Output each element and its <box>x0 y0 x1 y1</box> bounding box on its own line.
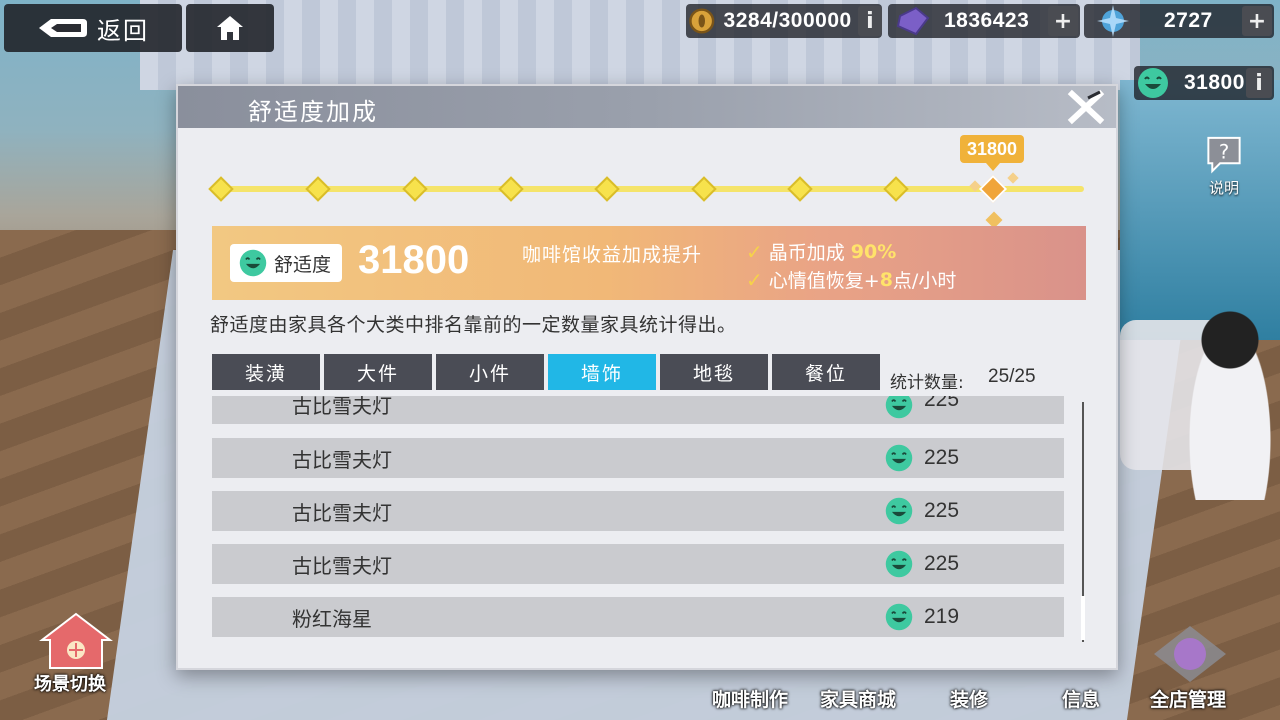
progress-node-current <box>978 174 1008 204</box>
item-name: 古比雪夫灯 <box>292 447 392 472</box>
scrollbar-thumb[interactable] <box>1081 596 1085 640</box>
check-icon: ✓ <box>746 239 763 264</box>
comfort-counter[interactable]: 31800 i <box>1134 66 1274 100</box>
item-score: 219 <box>924 605 960 628</box>
bonus-mood-value: 8 <box>879 268 893 291</box>
check-icon: ✓ <box>746 267 763 292</box>
progress-node <box>883 176 909 202</box>
comfort-face-icon <box>885 444 913 472</box>
item-score: 225 <box>924 499 960 522</box>
svg-text:?: ? <box>1219 140 1229 163</box>
tab-wall[interactable]: 墙饰 <box>548 354 656 390</box>
star-counter: 2727 + <box>1084 4 1274 38</box>
sparkle <box>1007 172 1019 184</box>
bonus-mood: ✓ 心情值恢复+ 8 点/小时 <box>746 266 956 293</box>
bonus-coin: ✓ 晶币加成 90% <box>746 238 896 265</box>
comfort-info-button[interactable]: i <box>1246 68 1272 98</box>
furniture-list[interactable]: 古比雪夫灯 225 古比雪夫灯 225 古比雪夫灯 225 古比雪夫灯 225 … <box>212 396 1064 644</box>
gem-value: 1836423 <box>944 9 1030 32</box>
item-name: 古比雪夫灯 <box>292 396 392 418</box>
star-value: 2727 <box>1164 9 1213 32</box>
badge-label: 舒适度 <box>274 253 332 276</box>
list-item: 古比雪夫灯 225 <box>212 544 1064 584</box>
item-name: 古比雪夫灯 <box>292 500 392 525</box>
home-icon <box>217 16 243 40</box>
bonus-mood-label: 心情值恢复+ <box>768 270 880 292</box>
home-button[interactable] <box>186 4 274 52</box>
coin-info-button[interactable]: i <box>857 6 882 36</box>
tab-large[interactable]: 大件 <box>324 354 432 390</box>
comfort-marker-bubble: 31800 <box>960 135 1024 171</box>
bonus-mood-unit: 点/小时 <box>892 270 957 292</box>
tab-small[interactable]: 小件 <box>436 354 544 390</box>
comfort-face-icon <box>885 603 913 631</box>
back-arrow-icon <box>39 19 87 37</box>
star-add-button[interactable]: + <box>1242 6 1272 36</box>
back-button[interactable]: 返回 <box>4 4 182 52</box>
back-label: 返回 <box>97 16 149 45</box>
tab-carpet[interactable]: 地毯 <box>660 354 768 390</box>
progress-node <box>208 176 234 202</box>
gem-add-button[interactable]: + <box>1048 6 1078 36</box>
dialog-title: 舒适度加成 <box>248 98 378 126</box>
menu-coffee[interactable]: 咖啡制作 <box>712 685 788 712</box>
comfort-face-icon <box>885 550 913 578</box>
help-button[interactable]: ? 说明 <box>1196 132 1252 198</box>
coin-value: 3284/300000 <box>723 9 852 32</box>
progress-node <box>691 176 717 202</box>
item-score: 225 <box>924 396 960 411</box>
menu-store-manage[interactable]: 全店管理 <box>1150 685 1226 712</box>
comfort-badge: 舒适度 <box>230 244 342 282</box>
item-score: 225 <box>924 446 960 469</box>
scene-switch-button[interactable]: 场景切换 <box>28 608 124 695</box>
house-icon <box>39 612 113 669</box>
bonus-headline: 咖啡馆收益加成提升 <box>522 244 703 266</box>
comfort-description: 舒适度由家具各个大类中排名靠前的一定数量家具统计得出。 <box>210 314 737 336</box>
customer-character <box>1180 300 1280 500</box>
progress-node <box>594 176 620 202</box>
list-item: 古比雪夫灯 225 <box>212 491 1064 531</box>
list-item: 粉红海星 219 <box>212 597 1064 637</box>
tab-dining[interactable]: 餐位 <box>772 354 880 390</box>
coin-icon <box>689 8 715 34</box>
store-manage-icon <box>1150 624 1230 684</box>
progress-node <box>787 176 813 202</box>
bonus-coin-label: 晶币加成 <box>768 242 845 264</box>
comfort-banner: 舒适度 31800 咖啡馆收益加成提升 ✓ 晶币加成 90% ✓ 心情值恢复+ 8 点… <box>212 226 1086 300</box>
comfort-bonus-dialog: 舒适度加成 31800 舒适度 31800 咖啡馆收益加成提升 ✓ 晶币加成9 <box>176 84 1118 670</box>
count-value: 25/25 <box>988 366 1036 387</box>
progress-node <box>498 176 524 202</box>
comfort-face-icon <box>1138 68 1168 98</box>
item-name: 古比雪夫灯 <box>292 553 392 578</box>
list-item: 古比雪夫灯 225 <box>212 396 1064 424</box>
help-label: 说明 <box>1208 179 1239 197</box>
comfort-value: 31800 <box>1184 71 1245 94</box>
item-score: 225 <box>924 552 960 575</box>
comfort-face-icon <box>885 497 913 525</box>
gem-counter: 1836423 + <box>888 4 1080 38</box>
question-bubble-icon: ? <box>1207 136 1241 174</box>
coin-counter: 3284/300000 i <box>686 4 882 38</box>
comfort-face-icon <box>239 249 267 277</box>
energy-orb-icon <box>1097 5 1129 37</box>
menu-decorate[interactable]: 装修 <box>950 685 988 712</box>
comfort-score: 31800 <box>358 238 470 282</box>
bonus-coin-value: 90% <box>850 240 897 263</box>
tab-decoration[interactable]: 装潢 <box>212 354 320 390</box>
item-name: 粉红海星 <box>292 606 372 631</box>
menu-furniture-shop[interactable]: 家具商城 <box>820 685 896 712</box>
list-item: 古比雪夫灯 225 <box>212 438 1064 478</box>
dialog-header: 舒适度加成 <box>178 86 1116 128</box>
crystal-icon <box>896 6 930 36</box>
scene-switch-label: 场景切换 <box>34 674 106 695</box>
comfort-progress-track <box>216 186 1084 192</box>
menu-info[interactable]: 信息 <box>1062 685 1100 712</box>
progress-node <box>305 176 331 202</box>
count-label: 统计数量: <box>890 373 964 393</box>
progress-node <box>402 176 428 202</box>
close-icon[interactable] <box>1066 88 1106 126</box>
comfort-face-icon <box>885 396 913 419</box>
